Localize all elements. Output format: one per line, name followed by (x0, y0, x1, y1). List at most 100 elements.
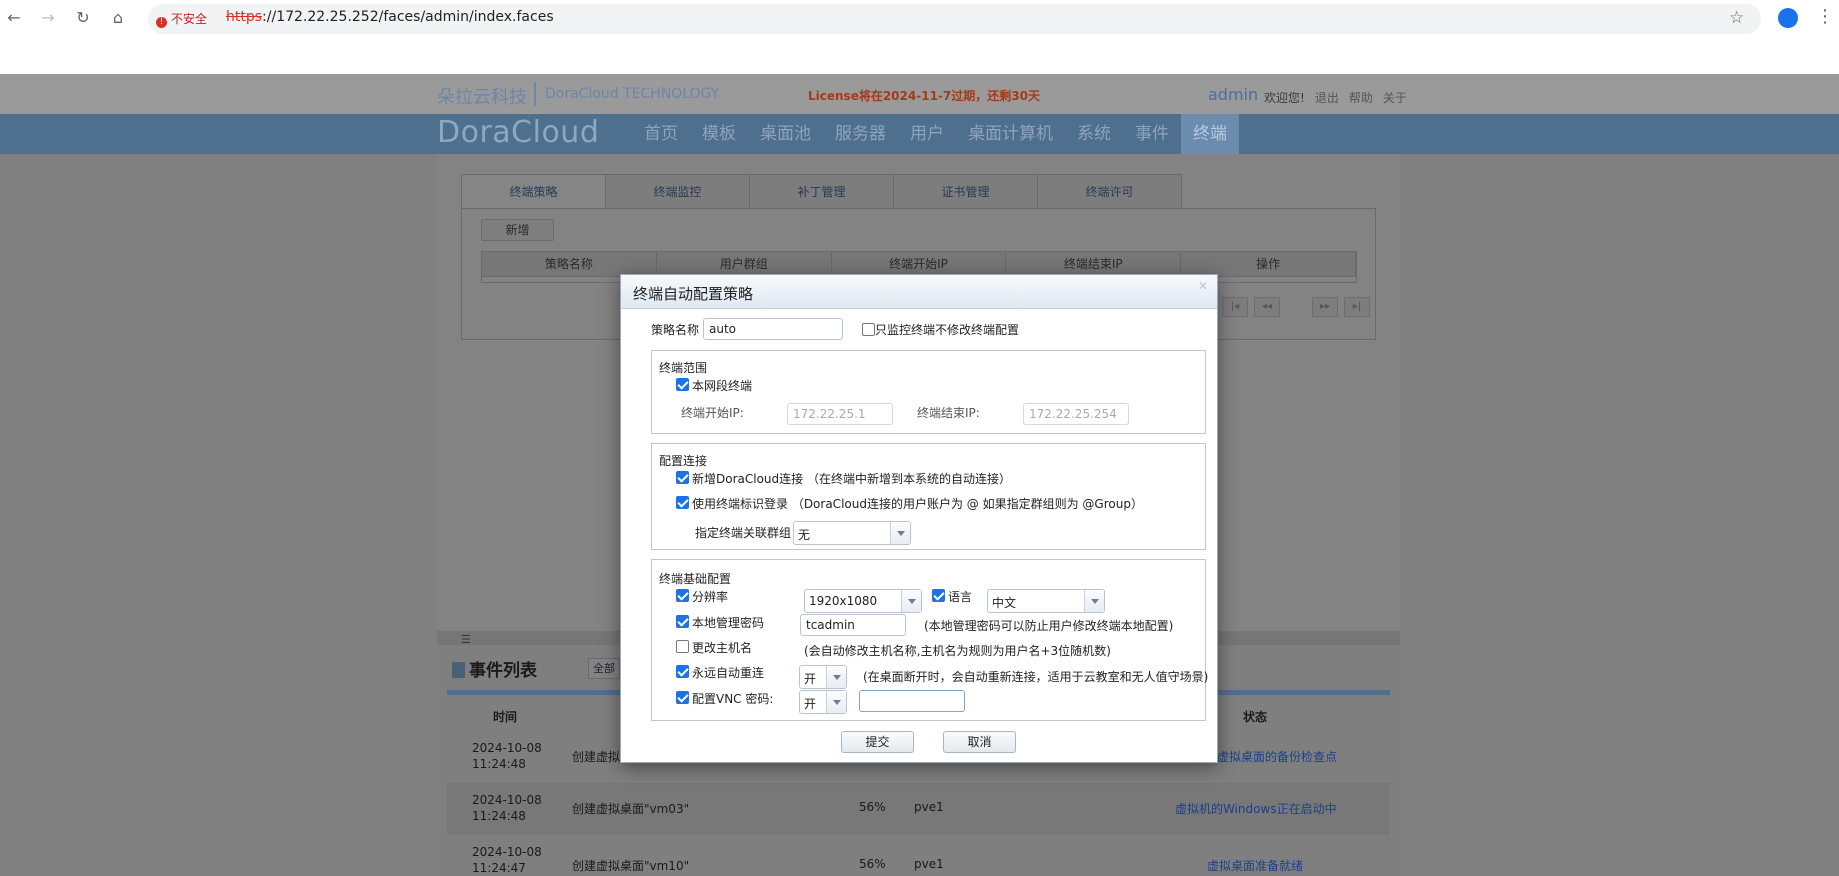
event-date: 2024-10-08 (472, 845, 542, 859)
back-icon[interactable]: ← (4, 8, 24, 28)
nav-item-templates[interactable]: 模板 (690, 114, 748, 154)
events-title-text: 事件列表 (469, 661, 537, 681)
auto-reconnect-select[interactable]: 开 (799, 665, 847, 689)
url-text[interactable]: https://172.22.25.252/faces/admin/index.… (226, 9, 554, 25)
resolution-select[interactable]: 1920x1080 (804, 589, 922, 613)
resolution-checkbox[interactable] (676, 589, 689, 602)
pagination: |◂ ◂◂ ▸▸ ▸| (1222, 297, 1370, 317)
submit-button[interactable]: 提交 (841, 731, 914, 753)
star-icon[interactable]: ☆ (1729, 8, 1744, 28)
first-page-button[interactable]: |◂ (1222, 297, 1248, 317)
event-host: pve1 (914, 857, 944, 871)
security-indicator[interactable]: ! 不安全 (156, 10, 207, 28)
url-path: ://172.22.25.252/faces/admin/index.faces (262, 9, 554, 25)
id-login-label: 使用终端标识登录 （DoraCloud连接的用户账户为 @ 如果指定群组则为 @… (692, 497, 1143, 511)
new-connection-label: 新增DoraCloud连接 （在终端中新增到本系统的自动连接） (692, 472, 1011, 486)
cancel-button[interactable]: 取消 (943, 731, 1016, 753)
close-icon[interactable]: ✕ (1198, 279, 1208, 293)
reload-icon[interactable]: ↻ (73, 8, 93, 28)
hostname-label: 更改主机名 (692, 641, 753, 655)
connection-legend: 配置连接 (659, 454, 708, 468)
monitor-only-checkbox[interactable] (862, 323, 875, 336)
group-select[interactable]: 无 (793, 521, 911, 545)
forward-icon[interactable]: → (38, 8, 58, 28)
event-date: 2024-10-08 (472, 793, 542, 807)
col-time: 时间 (493, 710, 518, 724)
nav-item-desktop-pools[interactable]: 桌面池 (748, 114, 823, 154)
admin-password-input[interactable]: tcadmin (800, 614, 906, 636)
tab-terminal-monitor[interactable]: 终端监控 (605, 174, 750, 209)
col-start-ip: 终端开始IP (832, 252, 1007, 276)
event-status[interactable]: 虚拟机的Windows正在启动中 (1175, 800, 1337, 817)
help-link[interactable]: 帮助 (1349, 91, 1373, 105)
nav-item-terminals[interactable]: 终端 (1181, 114, 1239, 154)
auto-reconnect-label: 永远自动重连 (692, 666, 765, 680)
monitor-only-label: 只监控终端不修改终端配置 (875, 323, 1020, 337)
events-filter[interactable]: 全部 (588, 658, 620, 679)
chevron-down-icon[interactable] (826, 666, 846, 688)
language-checkbox[interactable] (932, 589, 945, 602)
browser-toolbar: ← → ↻ ⌂ ! 不安全 https://172.22.25.252/faces… (0, 0, 1839, 38)
about-link[interactable]: 关于 (1383, 91, 1407, 105)
id-login-checkbox[interactable] (676, 496, 689, 509)
col-user-group: 用户群组 (657, 252, 832, 276)
event-status[interactable]: 虚拟桌面准备就绪 (1207, 857, 1303, 874)
menu-icon[interactable]: ⋮ (1816, 6, 1834, 27)
chevron-down-icon[interactable] (890, 522, 910, 544)
vnc-password-checkbox[interactable] (676, 691, 689, 704)
start-ip-input[interactable]: 172.22.25.1 (787, 403, 893, 425)
prev-page-button[interactable]: ◂◂ (1254, 297, 1280, 317)
event-time: 11:24:48 (472, 757, 526, 771)
local-segment-checkbox[interactable] (676, 378, 689, 391)
last-page-button[interactable]: ▸| (1344, 297, 1370, 317)
tab-patch-management[interactable]: 补丁管理 (749, 174, 894, 209)
nav-item-users[interactable]: 用户 (898, 114, 956, 154)
start-ip-label: 终端开始IP: (681, 406, 744, 420)
events-title: 事件列表 (452, 656, 537, 681)
welcome-text: 欢迎您! (1264, 91, 1305, 105)
license-notice: License将在2024-11-7过期，还剩30天 (808, 89, 1040, 103)
auto-reconnect-checkbox[interactable] (676, 665, 689, 678)
home-icon[interactable]: ⌂ (108, 8, 128, 28)
language-select[interactable]: 中文 (987, 589, 1105, 613)
vnc-select[interactable]: 开 (799, 690, 847, 714)
admin-password-checkbox[interactable] (676, 615, 689, 628)
hostname-checkbox[interactable] (676, 640, 689, 653)
end-ip-label: 终端结束IP: (917, 406, 980, 420)
chevron-down-icon[interactable] (826, 691, 846, 713)
nav-item-system[interactable]: 系统 (1065, 114, 1123, 154)
nav-item-home[interactable]: 首页 (632, 114, 690, 154)
chevron-down-icon[interactable] (1084, 590, 1104, 612)
nav-item-servers[interactable]: 服务器 (823, 114, 898, 154)
new-connection-checkbox[interactable] (676, 471, 689, 484)
insecure-label: 不安全 (171, 12, 208, 26)
end-ip-input[interactable]: 172.22.25.254 (1023, 403, 1129, 425)
logout-link[interactable]: 退出 (1315, 91, 1339, 105)
group-value: 无 (798, 528, 811, 542)
policy-name-input[interactable]: auto (703, 318, 843, 340)
header-links: 欢迎您! 退出 帮助 关于 (1264, 89, 1417, 106)
policy-name-label: 策略名称 (651, 323, 700, 337)
basic-legend: 终端基础配置 (659, 572, 732, 586)
admin-password-label: 本地管理密码 (692, 616, 765, 630)
brand-divider (534, 82, 536, 106)
nav-item-events[interactable]: 事件 (1123, 114, 1181, 154)
event-progress: 56% (859, 857, 886, 871)
nav-item-desktop-computers[interactable]: 桌面计算机 (956, 114, 1065, 154)
event-status[interactable]: 虚拟桌面的备份检查点 (1217, 748, 1337, 765)
event-date: 2024-10-08 (472, 741, 542, 755)
tab-terminal-policy[interactable]: 终端策略 (461, 174, 606, 209)
next-page-button[interactable]: ▸▸ (1312, 297, 1338, 317)
event-description: 创建虚拟桌面"vm10" (572, 859, 690, 873)
add-policy-button[interactable]: 新增 (481, 219, 554, 241)
chevron-down-icon[interactable] (901, 590, 921, 612)
terminal-tabs: 终端策略 终端监控 补丁管理 证书管理 终端许可 (461, 174, 1182, 209)
tab-terminal-license[interactable]: 终端许可 (1037, 174, 1182, 209)
document-icon (452, 662, 465, 678)
profile-icon[interactable] (1778, 8, 1798, 28)
event-row[interactable]: 2024-10-08 11:24:47 创建虚拟桌面"vm10" 56% pve… (447, 835, 1390, 876)
vnc-password-input[interactable] (859, 690, 965, 712)
resolution-label: 分辨率 (692, 590, 729, 604)
tab-certificate-management[interactable]: 证书管理 (893, 174, 1038, 209)
event-row[interactable]: 2024-10-08 11:24:48 创建虚拟桌面"vm03" 56% pve… (447, 783, 1390, 835)
